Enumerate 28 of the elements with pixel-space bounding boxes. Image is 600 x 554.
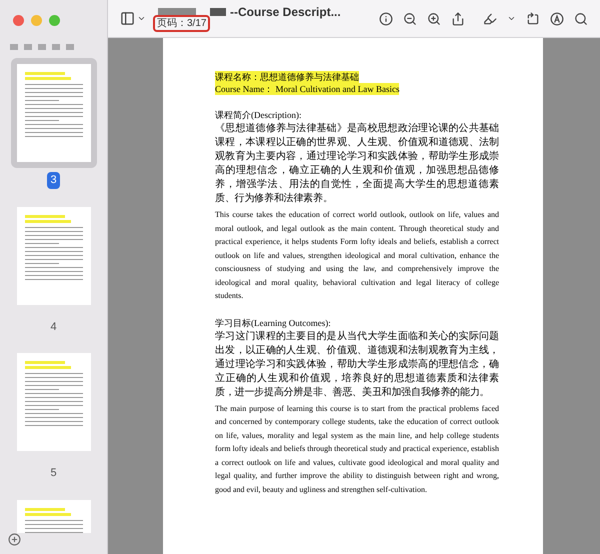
window-title: --Course Descript... — [230, 4, 341, 20]
paragraph: This course takes the education of correct world outlook, outlook on life, values and moral outlook, and legal outlook as the main content. Through theoretical study and practical experience, it helps students Form lofty ideals and beliefs, establish a correct outlook on life and values, strengthen ideological and moral cultivation, enhance the consciousness of studying and using the law, and comprehensively improve the ideological and moral quality, behavioral cultivation and legal literacy of college students. — [215, 209, 499, 302]
info-icon[interactable] — [379, 12, 393, 26]
pen-icon[interactable] — [483, 12, 497, 26]
highlighted-text: 课程名称：思想道德修养与法律基础 — [215, 71, 359, 83]
page-number: 4 — [50, 320, 57, 334]
page-number: 5 — [50, 466, 57, 481]
section-heading: 学习目标(Learning Outcomes): — [215, 316, 332, 330]
page-thumbnail[interactable] — [10, 58, 96, 168]
page-indicator: 页码：3/17 — [153, 15, 210, 32]
sidebar-toggle-icon[interactable] — [120, 11, 135, 26]
paragraph: 学习这门课程的主要目的是从当代大学生面临和关心的实际问题出发，以正确的人生观、价值观、道德观和法制观教育为主线，通过理论学习和实践体验，帮助大学生形成崇高的理想信念，确立正确的人生观和价值观，培养良好的思想道德素质和法律素质，进一步提高分辨是非、善恶、美丑和加强自我修养的能力。 — [215, 330, 499, 400]
blurred-block — [210, 8, 226, 16]
paragraph: The main purpose of learning this course is to start from the practical problems faced and concerned by contemporary college students, take the education of correct outlook on life, values, morality and legal system as the main line, and help college students form lofty ideals and beliefs through theoretical study and practical experience, establish a correct outlook on life and values, cultivate good ideological and moral quality and legal quality, and further improve the ability to distinguish between right and wrong, good and evil, beauty and ugliness and strengthen self-cultivation. — [215, 402, 499, 496]
chevron-icon[interactable] — [507, 14, 516, 23]
chevron-icon[interactable] — [137, 14, 146, 23]
close-button[interactable] — [13, 15, 24, 26]
search-icon[interactable] — [574, 12, 588, 26]
add-icon[interactable] — [8, 533, 21, 546]
page-number: 3 — [47, 172, 60, 188]
zoom-out-icon[interactable] — [403, 12, 417, 26]
share-icon[interactable] — [451, 12, 465, 26]
rotate-icon[interactable] — [526, 12, 540, 26]
markup-icon[interactable] — [550, 12, 564, 26]
blurred-block — [158, 8, 196, 16]
zoom-in-icon[interactable] — [427, 12, 441, 26]
paragraph: 《思想道德修养与法律基础》是高校思想政治理论课的公共基础课程，本课程以正确的世界观、人生观、价值观和道德观、法制观教育为主要内容，通过理论学习和实践体验，帮助学生形成崇高的理想信念，确立正确的人生观和价值观，加强思想品德修养，增强学法、用法的自觉性，全面提高大学生的思想道德素质、行为修养和法律素养。 — [215, 122, 499, 206]
section-heading: 课程简介(Description): — [215, 109, 302, 122]
